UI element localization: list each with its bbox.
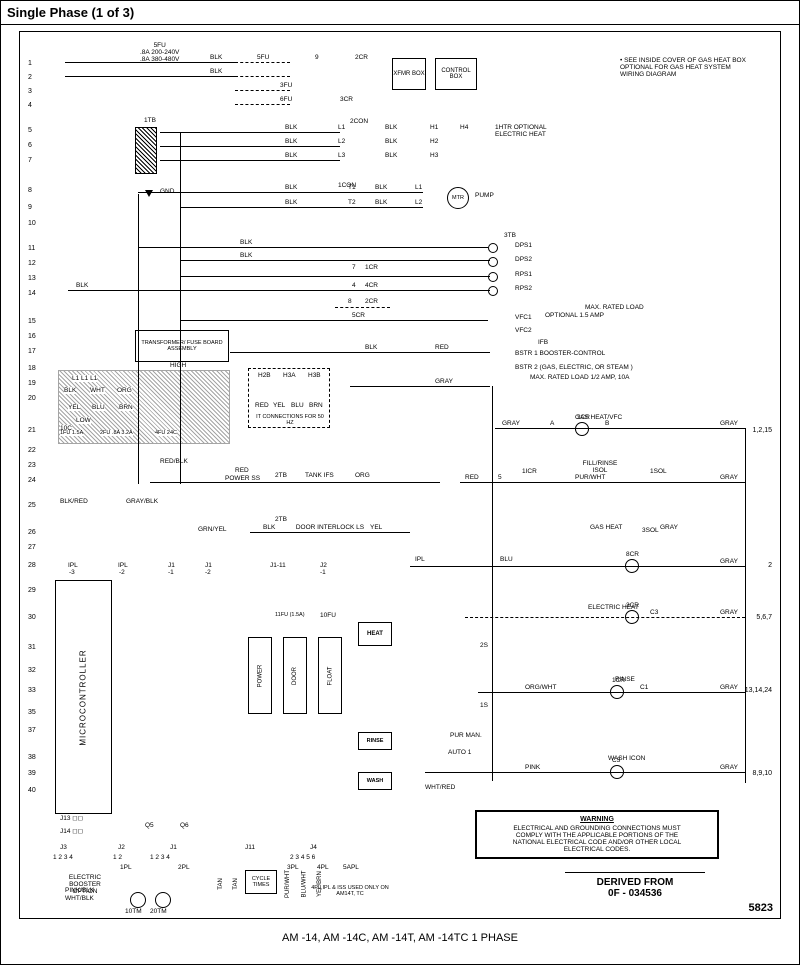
cycle-times: CYCLE TIMES [245, 870, 277, 894]
transformer-assy: TRANSFORMER/ FUSE BOARD ASSEMBLY [135, 330, 229, 362]
power-lamp: POWER [248, 637, 272, 714]
terminal-1tb [135, 127, 157, 174]
float-lamp: FLOAT [318, 637, 342, 714]
row-ref: 8,9,10 [753, 770, 772, 777]
derived-from: DERIVED FROM 0F - 034536 [565, 872, 705, 899]
door-lamp: DOOR [283, 637, 307, 714]
microcontroller: MICROCONTROLLER [55, 580, 112, 814]
schematic-frame: 1 2 3 4 5 6 7 8 9 10 11 12 13 14 15 16 1… [19, 31, 781, 919]
row-ref: 1,2,15 [753, 427, 772, 434]
rinse-block: RINSE [358, 732, 392, 750]
page-title: Single Phase (1 of 3) [7, 5, 134, 20]
wash-block: WASH [358, 772, 392, 790]
row-ref: 2 [768, 562, 772, 569]
warning-box: WARNING ELECTRICAL AND GROUNDING CONNECT… [475, 810, 719, 859]
htr-optional: 1HTR OPTIONAL ELECTRIC HEAT [495, 124, 555, 138]
fuse-rating: 5FU .8A 200-240V .8A 380-480V [140, 42, 179, 63]
motor-icon: MTR [447, 187, 469, 209]
caption: AM -14, AM -14C, AM -14T, AM -14TC 1 PHA… [1, 932, 799, 944]
document-header: Single Phase (1 of 3) [1, 1, 799, 25]
control-box: CONTROL BOX [435, 58, 477, 90]
xfmr-box: XFMR BOX [392, 58, 426, 90]
row-ref: 5,6,7 [756, 614, 772, 621]
row-ref: 13,14,24 [745, 687, 772, 694]
note-inside-cover: • SEE INSIDE COVER OF GAS HEAT BOX OPTIO… [620, 57, 750, 78]
heat-block: HEAT [358, 622, 392, 646]
document-number: 5823 [749, 902, 773, 914]
